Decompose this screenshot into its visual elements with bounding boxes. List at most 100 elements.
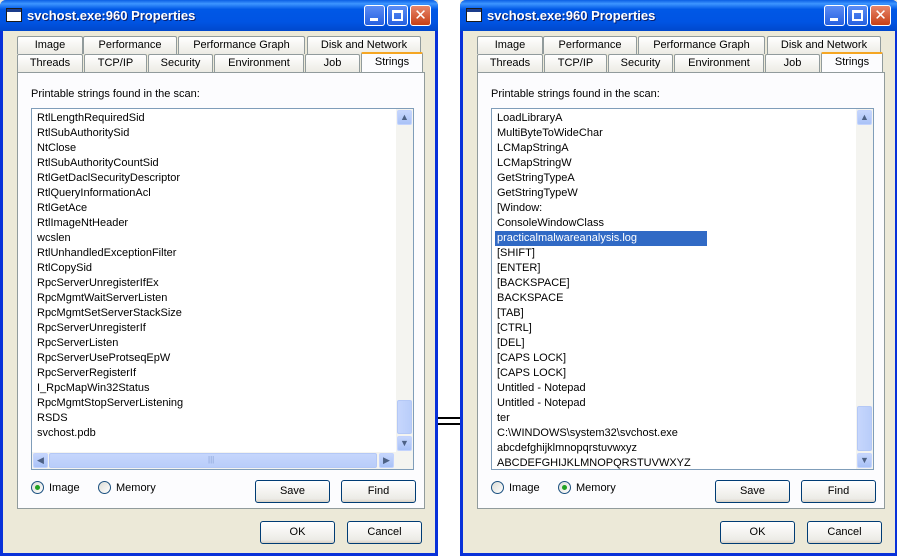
- tab-tcp-ip[interactable]: TCP/IP: [84, 54, 147, 72]
- string-item[interactable]: abcdefghijklmnopqrstuvwxyz: [495, 441, 858, 456]
- tab-threads[interactable]: Threads: [477, 54, 543, 72]
- tab-security[interactable]: Security: [608, 54, 673, 72]
- string-item[interactable]: GetStringTypeA: [495, 171, 858, 186]
- string-item[interactable]: MultiByteToWideChar: [495, 126, 858, 141]
- string-item[interactable]: RtlImageNtHeader: [35, 216, 398, 231]
- tab-performance-graph[interactable]: Performance Graph: [178, 36, 305, 54]
- maximize-button[interactable]: [387, 5, 408, 26]
- tab-performance[interactable]: Performance: [543, 36, 637, 54]
- title-bar[interactable]: svchost.exe:960 Properties ✕: [0, 0, 438, 31]
- string-item[interactable]: Untitled - Notepad: [495, 396, 858, 411]
- string-item[interactable]: BACKSPACE: [495, 291, 858, 306]
- radio-image-dot[interactable]: [31, 481, 44, 494]
- scroll-up-button[interactable]: ▲: [397, 110, 412, 125]
- string-item[interactable]: [DEL]: [495, 336, 858, 351]
- tab-strings[interactable]: Strings: [361, 52, 423, 72]
- tab-performance-graph[interactable]: Performance Graph: [638, 36, 765, 54]
- tab-environment[interactable]: Environment: [214, 54, 304, 72]
- tab-strings[interactable]: Strings: [821, 52, 883, 72]
- scroll-left-button[interactable]: ◀: [33, 453, 48, 468]
- radio-memory-dot[interactable]: [98, 481, 111, 494]
- save-button[interactable]: Save: [255, 480, 330, 503]
- string-item[interactable]: RpcServerListen: [35, 336, 398, 351]
- string-item[interactable]: NtClose: [35, 141, 398, 156]
- string-item[interactable]: RSDS: [35, 411, 398, 426]
- tab-threads[interactable]: Threads: [17, 54, 83, 72]
- vertical-scrollbar[interactable]: ▲ ▼: [396, 109, 413, 469]
- cancel-button[interactable]: Cancel: [807, 521, 882, 544]
- strings-listbox[interactable]: RtlLengthRequiredSid RtlSubAuthoritySid Nt…: [31, 108, 414, 470]
- string-item[interactable]: [BACKSPACE]: [495, 276, 858, 291]
- radio-memory[interactable]: Memory: [558, 481, 616, 494]
- radio-image-dot[interactable]: [491, 481, 504, 494]
- title-bar[interactable]: svchost.exe:960 Properties ✕: [460, 0, 897, 31]
- string-item[interactable]: ABCDEFGHIJKLMNOPQRSTUVWXYZ: [495, 456, 858, 469]
- string-item[interactable]: wcslen: [35, 231, 398, 246]
- string-item[interactable]: RtlLengthRequiredSid: [35, 111, 398, 126]
- maximize-button[interactable]: [847, 5, 868, 26]
- find-button[interactable]: Find: [801, 480, 876, 503]
- tab-performance[interactable]: Performance: [83, 36, 177, 54]
- string-item[interactable]: svchost.pdb: [35, 426, 398, 441]
- string-item[interactable]: ter: [495, 411, 858, 426]
- string-item[interactable]: RtlGetAce: [35, 201, 398, 216]
- string-item[interactable]: [CTRL]: [495, 321, 858, 336]
- string-item[interactable]: ConsoleWindowClass: [495, 216, 858, 231]
- string-item[interactable]: RpcMgmtStopServerListening: [35, 396, 398, 411]
- string-item[interactable]: LCMapStringA: [495, 141, 858, 156]
- save-button[interactable]: Save: [715, 480, 790, 503]
- vertical-scrollbar[interactable]: ▲ ▼: [856, 109, 873, 469]
- tab-image[interactable]: Image: [17, 36, 83, 54]
- tab-environment[interactable]: Environment: [674, 54, 764, 72]
- string-item[interactable]: [Window:: [495, 201, 858, 216]
- strings-list[interactable]: LoadLibraryA MultiByteToWideChar LCMapStri…: [495, 111, 858, 469]
- close-button[interactable]: ✕: [870, 5, 891, 26]
- ok-button[interactable]: OK: [260, 521, 335, 544]
- close-button[interactable]: ✕: [410, 5, 431, 26]
- string-item[interactable]: LCMapStringW: [495, 156, 858, 171]
- string-item[interactable]: RtlQueryInformationAcl: [35, 186, 398, 201]
- string-item[interactable]: RpcServerUseProtseqEpW: [35, 351, 398, 366]
- radio-memory[interactable]: Memory: [98, 481, 156, 494]
- scroll-down-button[interactable]: ▼: [397, 436, 412, 451]
- string-item[interactable]: RpcServerRegisterIf: [35, 366, 398, 381]
- strings-list[interactable]: RtlLengthRequiredSid RtlSubAuthoritySid Nt…: [35, 111, 398, 451]
- tab-tcp-ip[interactable]: TCP/IP: [544, 54, 607, 72]
- scroll-right-button[interactable]: ▶: [379, 453, 394, 468]
- string-item[interactable]: [CAPS LOCK]: [495, 366, 858, 381]
- app-window-icon[interactable]: [6, 8, 22, 22]
- string-item[interactable]: [TAB]: [495, 306, 858, 321]
- string-item[interactable]: RtlUnhandledExceptionFilter: [35, 246, 398, 261]
- tab-security[interactable]: Security: [148, 54, 213, 72]
- string-item[interactable]: LoadLibraryA: [495, 111, 858, 126]
- string-item[interactable]: practicalmalwareanalysis.log: [495, 231, 707, 246]
- find-button[interactable]: Find: [341, 480, 416, 503]
- minimize-button[interactable]: [364, 5, 385, 26]
- string-item[interactable]: RpcMgmtWaitServerListen: [35, 291, 398, 306]
- tab-image[interactable]: Image: [477, 36, 543, 54]
- string-item[interactable]: RtlCopySid: [35, 261, 398, 276]
- string-item[interactable]: [ENTER]: [495, 261, 858, 276]
- string-item[interactable]: GetStringTypeW: [495, 186, 858, 201]
- string-item[interactable]: RpcServerUnregisterIfEx: [35, 276, 398, 291]
- radio-image[interactable]: Image: [31, 481, 80, 494]
- cancel-button[interactable]: Cancel: [347, 521, 422, 544]
- vertical-scroll-thumb[interactable]: [857, 406, 872, 451]
- tab-job[interactable]: Job: [305, 54, 360, 72]
- string-item[interactable]: C:\WINDOWS\system32\svchost.exe: [495, 426, 858, 441]
- string-item[interactable]: RpcMgmtSetServerStackSize: [35, 306, 398, 321]
- radio-memory-dot[interactable]: [558, 481, 571, 494]
- strings-listbox[interactable]: LoadLibraryA MultiByteToWideChar LCMapStri…: [491, 108, 874, 470]
- string-item[interactable]: RtlSubAuthorityCountSid: [35, 156, 398, 171]
- ok-button[interactable]: OK: [720, 521, 795, 544]
- radio-image[interactable]: Image: [491, 481, 540, 494]
- string-item[interactable]: RtlSubAuthoritySid: [35, 126, 398, 141]
- tab-job[interactable]: Job: [765, 54, 820, 72]
- horizontal-scrollbar[interactable]: ◀ ||| ▶: [32, 452, 396, 469]
- string-item[interactable]: [CAPS LOCK]: [495, 351, 858, 366]
- vertical-scroll-thumb[interactable]: [397, 400, 412, 434]
- app-window-icon[interactable]: [466, 8, 482, 22]
- horizontal-scroll-thumb[interactable]: |||: [49, 453, 377, 468]
- minimize-button[interactable]: [824, 5, 845, 26]
- string-item[interactable]: [SHIFT]: [495, 246, 858, 261]
